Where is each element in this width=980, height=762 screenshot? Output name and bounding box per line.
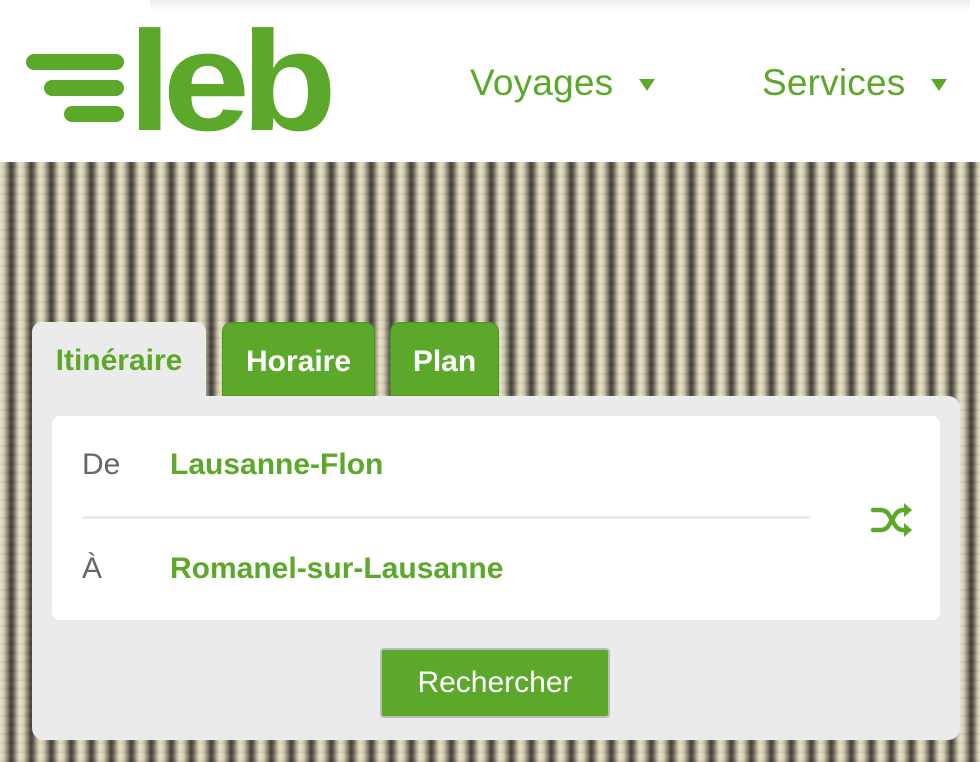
- header-shadow: [150, 0, 970, 12]
- caret-down-icon: [639, 79, 656, 91]
- nav-services-label: Services: [762, 62, 906, 103]
- tab-itineraire[interactable]: Itinéraire: [32, 322, 206, 400]
- svg-text:leb: leb: [128, 20, 330, 136]
- divider: [82, 516, 810, 519]
- to-field[interactable]: Romanel-sur-Lausanne: [170, 552, 503, 586]
- to-label: À: [82, 552, 103, 585]
- nav-voyages[interactable]: Voyages: [470, 58, 656, 108]
- from-field[interactable]: Lausanne-Flon: [170, 448, 383, 482]
- site-header: leb Voyages Services: [0, 0, 980, 162]
- planner-panel: De Lausanne-Flon À Romanel-sur-Lausanne …: [32, 396, 960, 740]
- leb-logo[interactable]: leb: [24, 20, 334, 136]
- search-button[interactable]: Rechercher: [380, 648, 610, 718]
- caret-down-icon: [931, 79, 948, 91]
- from-label: De: [82, 448, 121, 481]
- route-card: De Lausanne-Flon À Romanel-sur-Lausanne: [52, 416, 940, 620]
- nav-voyages-label: Voyages: [470, 62, 614, 103]
- tab-plan[interactable]: Plan: [390, 322, 499, 396]
- nav-services[interactable]: Services: [762, 58, 948, 108]
- tab-horaire[interactable]: Horaire: [222, 322, 375, 396]
- shuffle-icon[interactable]: [870, 500, 914, 540]
- journey-planner: Itinéraire Horaire Plan De Lausanne-Flon…: [32, 322, 960, 740]
